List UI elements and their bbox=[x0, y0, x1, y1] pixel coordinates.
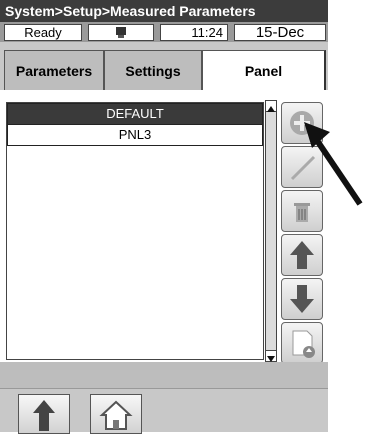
status-state: Ready bbox=[4, 24, 82, 41]
home-button[interactable] bbox=[90, 394, 142, 434]
tab-settings[interactable]: Settings bbox=[104, 50, 202, 90]
arrow-down-icon bbox=[290, 285, 314, 313]
list-scrollbar[interactable] bbox=[265, 100, 277, 362]
scroll-down-arrow[interactable] bbox=[266, 350, 276, 362]
move-up-button[interactable] bbox=[281, 234, 323, 276]
scroll-up-arrow[interactable] bbox=[266, 101, 276, 112]
move-down-button[interactable] bbox=[281, 278, 323, 320]
back-button[interactable] bbox=[18, 394, 70, 434]
status-time: 11:24 bbox=[160, 24, 228, 41]
device-status-icon bbox=[88, 24, 154, 41]
device-screen: System>Setup>Measured Parameters Ready 1… bbox=[0, 0, 328, 434]
list-item[interactable]: DEFAULT bbox=[7, 103, 263, 125]
tab-panel[interactable]: Panel bbox=[202, 50, 326, 90]
status-bar: Ready 11:24 15-Dec bbox=[0, 22, 328, 42]
tab-parameters[interactable]: Parameters bbox=[4, 50, 104, 90]
breadcrumb-title: System>Setup>Measured Parameters bbox=[0, 0, 328, 22]
pointer-arrow-icon bbox=[304, 122, 363, 206]
arrow-up-icon bbox=[290, 241, 314, 269]
list-item[interactable]: PNL3 bbox=[7, 124, 263, 146]
tab-bar: Parameters Settings Panel bbox=[0, 42, 328, 90]
panel-list: DEFAULT PNL3 bbox=[6, 102, 264, 360]
import-button[interactable] bbox=[281, 322, 323, 364]
import-icon bbox=[292, 330, 315, 358]
back-up-arrow-icon bbox=[33, 400, 55, 431]
status-date: 15-Dec bbox=[234, 24, 326, 41]
home-icon bbox=[99, 400, 133, 430]
